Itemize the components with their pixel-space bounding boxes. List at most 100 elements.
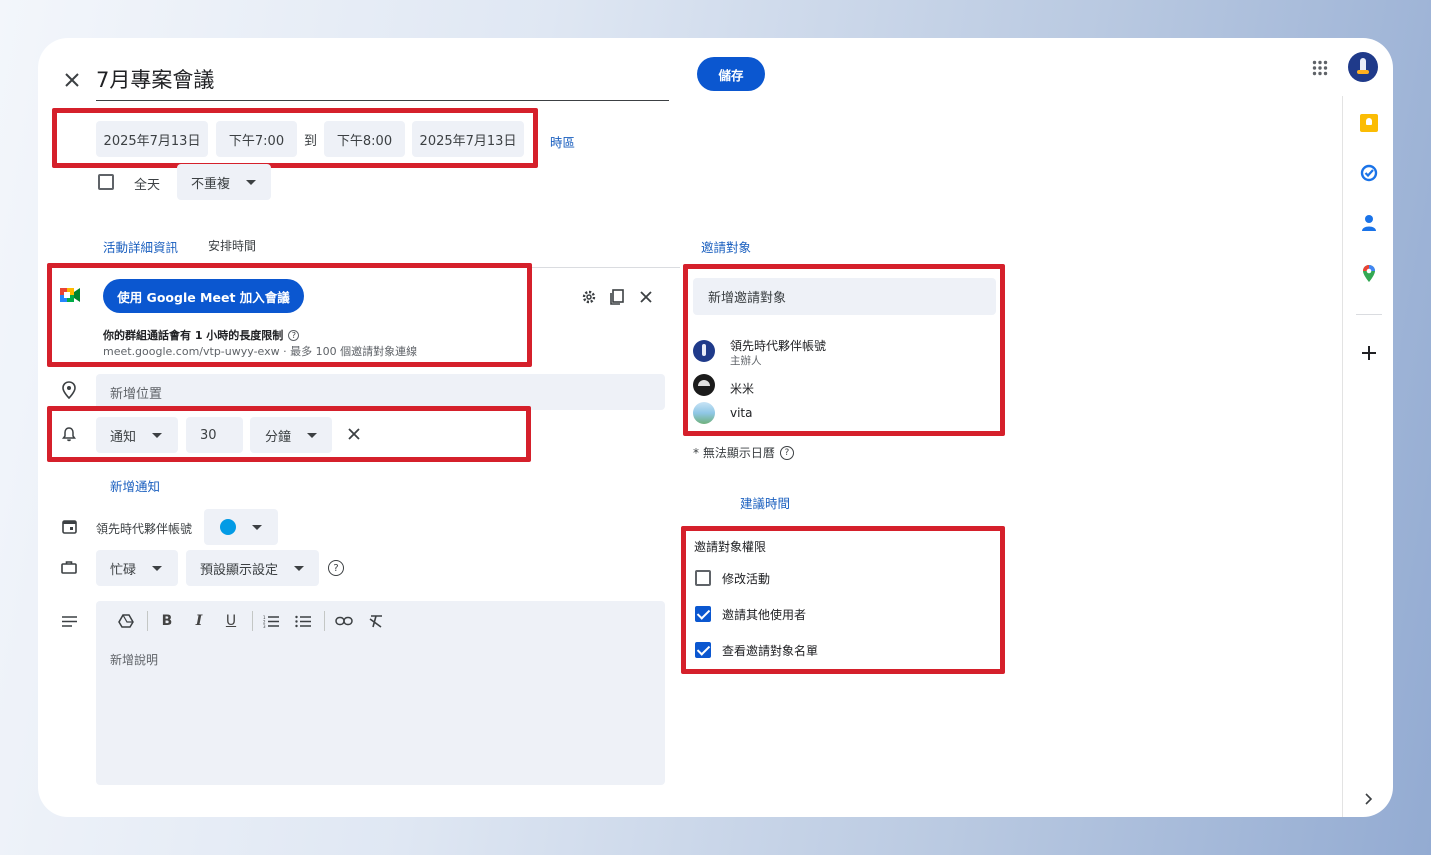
gear-icon[interactable]	[579, 287, 599, 307]
remove-notification-icon[interactable]	[344, 424, 364, 444]
chevron-down-icon	[252, 524, 262, 530]
chevron-right-icon[interactable]	[1360, 790, 1378, 808]
timezone-link[interactable]: 時區	[550, 132, 575, 151]
title-input[interactable]: 7月專案會議	[96, 62, 669, 101]
calendar-icon	[60, 517, 78, 535]
start-time-chip[interactable]: 下午7:00	[216, 121, 297, 157]
permission-label: 修改活動	[722, 572, 771, 586]
add-guests-placeholder: 新增邀請對象	[708, 291, 787, 306]
join-meet-button[interactable]: 使用 Google Meet 加入會議	[103, 279, 304, 313]
repeat-value: 不重複	[191, 176, 231, 192]
drive-attach-icon[interactable]	[115, 610, 137, 632]
google-meet-icon	[60, 286, 80, 304]
bell-icon	[60, 424, 78, 444]
toolbar-divider	[147, 611, 148, 631]
help-icon[interactable]: ?	[328, 560, 344, 576]
chevron-down-icon	[152, 432, 163, 438]
tab-event-details[interactable]: 活動詳細資訊	[103, 237, 178, 256]
end-time-chip[interactable]: 下午8:00	[324, 121, 405, 157]
numbered-list-icon[interactable]: 123	[260, 610, 282, 632]
help-icon[interactable]: ?	[288, 329, 300, 341]
briefcase-icon	[60, 558, 78, 576]
modify-event-checkbox[interactable]	[695, 570, 711, 586]
tab-find-time[interactable]: 安排時間	[208, 237, 256, 254]
tabs-divider	[96, 267, 680, 268]
guest-avatar	[693, 374, 715, 396]
notification-type: 通知	[110, 429, 137, 445]
visibility-value: 預設顯示設定	[200, 562, 279, 578]
location-placeholder: 新增位置	[110, 386, 163, 402]
notification-unit-dropdown[interactable]: 分鐘	[250, 417, 332, 453]
bold-icon[interactable]: B	[156, 610, 178, 632]
event-title: 7月專案會議	[96, 68, 215, 92]
chevron-down-icon	[246, 179, 257, 185]
calendar-owner: 領先時代夥伴帳號	[96, 522, 193, 536]
end-date-chip[interactable]: 2025年7月13日	[412, 121, 524, 157]
start-date: 2025年7月13日	[103, 133, 201, 149]
event-editor-card: 7月專案會議 儲存 2025年7月13日 下午7:00 到 下午8:00 202…	[38, 38, 1393, 817]
svg-text:3: 3	[263, 624, 266, 628]
invite-others-checkbox[interactable]	[695, 606, 711, 622]
busy-dropdown[interactable]: 忙碌	[96, 550, 178, 586]
italic-icon[interactable]: I	[188, 610, 210, 632]
contacts-icon[interactable]	[1358, 212, 1380, 234]
location-pin-icon	[60, 380, 78, 400]
add-notification-link[interactable]: 新增通知	[110, 476, 160, 495]
to-label: 到	[304, 134, 318, 149]
end-time: 下午8:00	[336, 133, 393, 149]
add-guests-input[interactable]: 新增邀請對象	[693, 278, 996, 315]
start-date-chip[interactable]: 2025年7月13日	[96, 121, 208, 157]
start-time: 下午7:00	[228, 133, 285, 149]
save-button[interactable]: 儲存	[697, 57, 765, 91]
meet-limit-text: 你的群組通話會有 1 小時的長度限制	[103, 329, 284, 342]
guest-name: vita	[730, 406, 753, 420]
tab-guests[interactable]: 邀請對象	[701, 237, 751, 256]
clear-formatting-icon[interactable]	[365, 610, 387, 632]
side-panel-separator	[1356, 314, 1382, 315]
tasks-icon[interactable]	[1358, 162, 1380, 184]
toolbar-divider	[252, 611, 253, 631]
add-addon-icon[interactable]	[1358, 342, 1380, 364]
link-icon[interactable]	[333, 610, 355, 632]
busy-value: 忙碌	[110, 562, 137, 578]
meet-link[interactable]: meet.google.com/vtp-uwyy-exw · 最多 100 個邀…	[103, 343, 417, 359]
apps-grid-icon[interactable]	[1308, 56, 1332, 80]
remove-meet-icon[interactable]	[636, 287, 656, 307]
guest-role: 主辦人	[730, 355, 762, 367]
visibility-dropdown[interactable]: 預設顯示設定	[186, 550, 319, 586]
notification-amount-input[interactable]: 30	[186, 417, 243, 453]
join-meet-label: 使用 Google Meet 加入會議	[117, 289, 290, 305]
save-label: 儲存	[718, 67, 744, 83]
meet-limit-row: 你的群組通話會有 1 小時的長度限制 ?	[103, 327, 300, 343]
end-date: 2025年7月13日	[419, 133, 517, 149]
all-day-label: 全天	[134, 178, 161, 193]
close-icon[interactable]	[60, 68, 84, 92]
repeat-dropdown[interactable]: 不重複	[177, 164, 271, 200]
calendar-note: * 無法顯示日曆	[693, 446, 775, 460]
chevron-down-icon	[307, 432, 318, 438]
maps-icon[interactable]	[1358, 262, 1380, 284]
description-placeholder: 新增說明	[110, 653, 159, 667]
see-guest-list-checkbox[interactable]	[695, 642, 711, 658]
help-icon[interactable]: ?	[779, 445, 794, 460]
copy-icon[interactable]	[607, 287, 627, 307]
all-day-checkbox[interactable]	[98, 174, 114, 190]
account-avatar[interactable]	[1348, 52, 1378, 82]
event-color-swatch	[220, 519, 236, 535]
bulleted-list-icon[interactable]	[292, 610, 314, 632]
guest-avatar-organizer	[693, 340, 715, 362]
permissions-title: 邀請對象權限	[694, 540, 767, 554]
location-input[interactable]: 新增位置	[96, 374, 665, 410]
description-editor[interactable]: B I U 123 新增說明	[96, 601, 665, 785]
chevron-down-icon	[294, 565, 305, 571]
guest-avatar	[693, 402, 715, 424]
suggest-times-link[interactable]: 建議時間	[740, 493, 790, 512]
underline-icon[interactable]: U	[220, 610, 242, 632]
side-panel-divider	[1342, 96, 1343, 817]
notification-type-dropdown[interactable]: 通知	[96, 417, 178, 453]
event-color-dropdown[interactable]	[204, 509, 278, 545]
permission-label: 邀請其他使用者	[722, 608, 807, 622]
chevron-down-icon	[152, 565, 163, 571]
keep-icon[interactable]	[1358, 112, 1380, 134]
notification-unit: 分鐘	[265, 429, 292, 445]
